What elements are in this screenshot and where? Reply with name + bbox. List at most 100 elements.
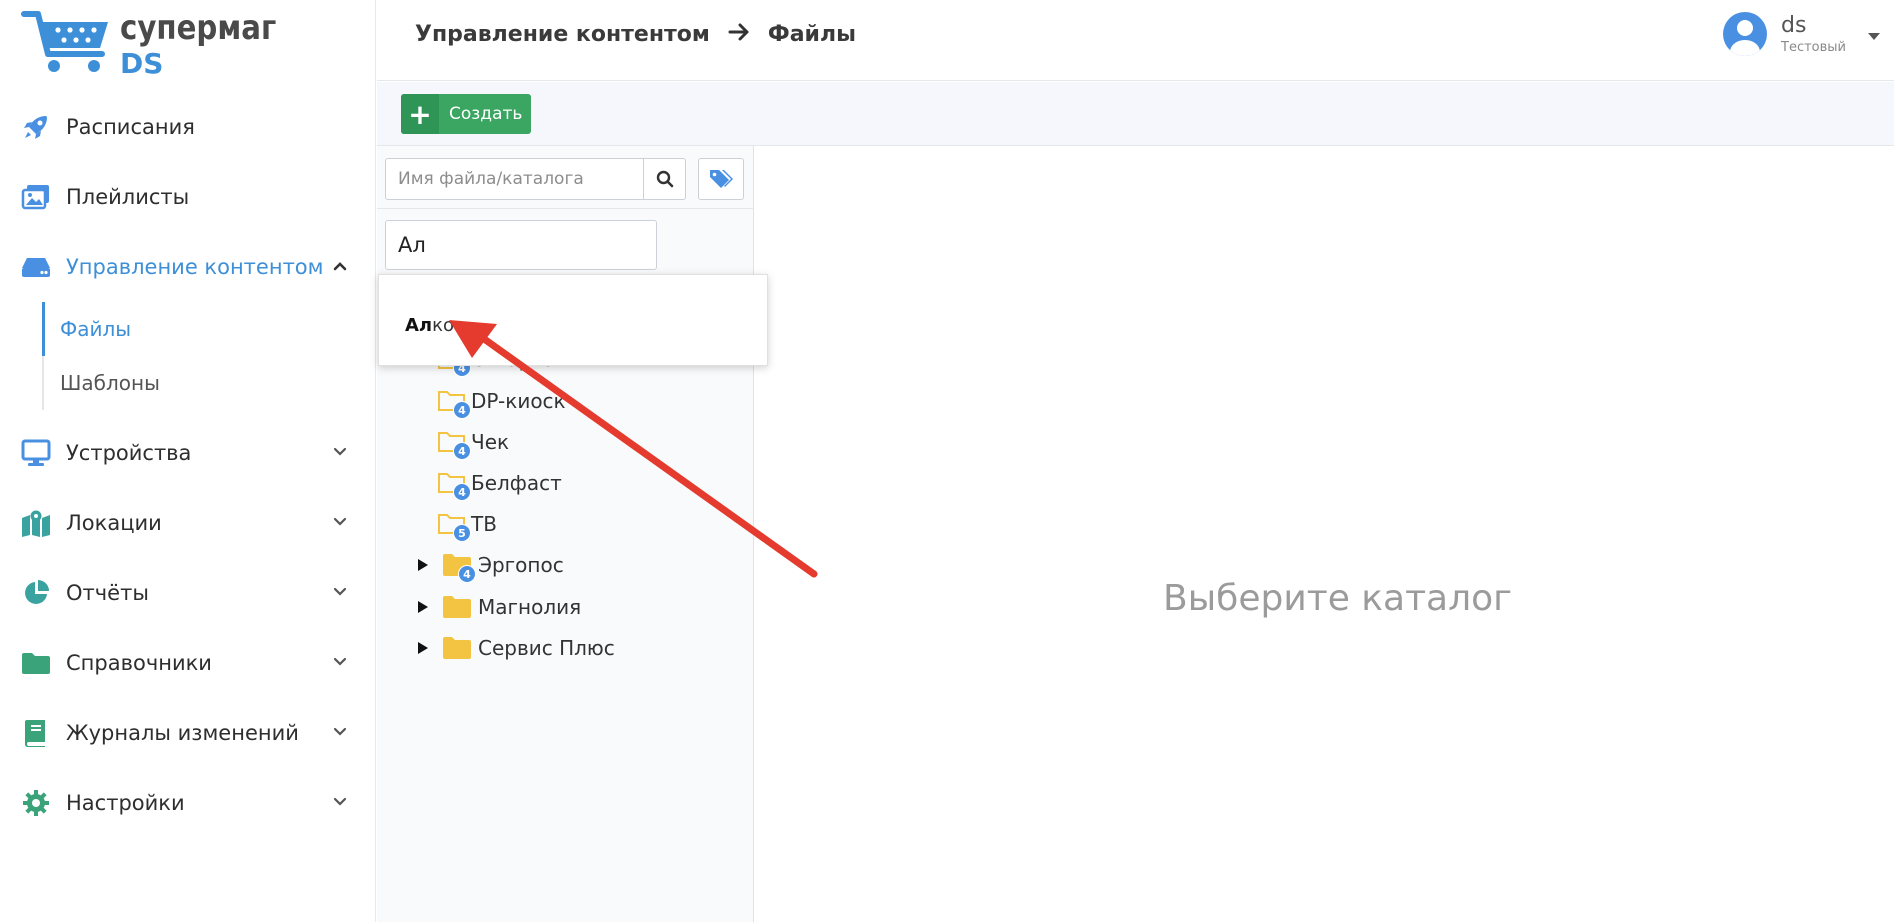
- count-badge: 4: [453, 483, 471, 501]
- create-button[interactable]: + Создать: [401, 94, 531, 134]
- expand-triangle-icon[interactable]: [418, 642, 428, 654]
- cart-logo-icon: [21, 11, 108, 72]
- count-badge: 5: [453, 524, 471, 542]
- chevron-up-icon[interactable]: [332, 258, 348, 274]
- search-button[interactable]: [644, 158, 686, 200]
- logo-text: супермаг DS: [120, 8, 302, 80]
- sidebar-item-label: Настройки: [66, 791, 185, 815]
- tree-node-label: Чек: [471, 430, 510, 454]
- tree-node-label: Белфаст: [471, 471, 562, 495]
- autocomplete-match: Ал: [405, 315, 433, 336]
- sidebar-item-locations[interactable]: Локации: [0, 488, 376, 558]
- logo[interactable]: супермаг DS: [20, 8, 276, 80]
- breadcrumb-current: Файлы: [767, 22, 856, 47]
- breadcrumb-parent[interactable]: Управление контентом: [415, 22, 710, 47]
- tree-node[interactable]: 4 Эргопос: [418, 550, 564, 583]
- create-button-label: Создать: [449, 104, 523, 124]
- sidebar: супермаг DS Расписания Плейлисты Управле…: [0, 0, 376, 922]
- divider: [377, 208, 754, 209]
- tags-button[interactable]: [698, 158, 744, 200]
- chevron-down-icon[interactable]: [332, 584, 348, 600]
- chevron-down-icon[interactable]: [332, 794, 348, 810]
- autocomplete-rest: ко: [432, 315, 455, 336]
- breadcrumb: Управление контентом Файлы: [415, 22, 856, 47]
- sidebar-item-playlists[interactable]: Плейлисты: [0, 162, 376, 232]
- folder-icon: 4: [442, 553, 476, 583]
- tree-node-label: Магнолия: [478, 595, 582, 619]
- folder-icon: [442, 636, 472, 660]
- tree-node[interactable]: Сервис Плюс: [418, 633, 615, 663]
- sidebar-item-label: Управление контентом: [66, 255, 324, 279]
- chevron-down-icon[interactable]: [332, 724, 348, 740]
- sidebar-item-change-logs[interactable]: Журналы изменений: [0, 698, 376, 768]
- search-row: [385, 158, 744, 200]
- sidebar-item-label: Справочники: [66, 651, 212, 675]
- sidebar-item-label: Плейлисты: [66, 185, 190, 209]
- toolbar: + Создать: [377, 82, 1894, 146]
- submenu-item-templates[interactable]: Шаблоны: [44, 356, 376, 410]
- caret-down-icon[interactable]: [1868, 32, 1880, 40]
- tree-node-label: Эргопос: [478, 553, 564, 577]
- gear-icon: [20, 787, 52, 819]
- hdd-icon: [20, 251, 52, 283]
- tree-node[interactable]: 4 Чек: [437, 427, 510, 460]
- tree-node[interactable]: 5 ТВ: [437, 509, 497, 542]
- tree-node-label: Сервис Плюс: [478, 636, 615, 660]
- chevron-down-icon[interactable]: [332, 654, 348, 670]
- count-badge: 4: [458, 565, 476, 583]
- plus-icon: +: [401, 94, 439, 134]
- chevron-down-icon[interactable]: [332, 514, 348, 530]
- folder-outline-icon: 4: [437, 471, 471, 501]
- user-info: ds Тестовый: [1781, 12, 1846, 55]
- avatar[interactable]: [1723, 12, 1767, 56]
- submenu-item-files[interactable]: Файлы: [42, 302, 376, 356]
- sidebar-item-label: Расписания: [66, 115, 195, 139]
- pie-chart-icon: [20, 577, 52, 609]
- expand-triangle-icon[interactable]: [418, 559, 428, 571]
- folder-icon: [442, 595, 472, 619]
- autocomplete-dropdown: Алко: [378, 274, 768, 366]
- sidebar-item-content-management[interactable]: Управление контентом: [0, 232, 376, 302]
- tree-node[interactable]: 4 DP-киоск: [437, 386, 566, 419]
- book-icon: [20, 717, 52, 749]
- user-menu[interactable]: ds Тестовый: [1723, 12, 1880, 56]
- sidebar-item-label: Отчёты: [66, 581, 149, 605]
- folder-icon: [20, 647, 52, 679]
- empty-state-message: Выберите каталог: [1163, 578, 1513, 619]
- images-icon: [20, 181, 52, 213]
- sidebar-item-devices[interactable]: Устройства: [0, 418, 376, 488]
- sidebar-item-label: Журналы изменений: [66, 721, 299, 745]
- top-header: Управление контентом Файлы ds Тестовый: [377, 0, 1894, 81]
- autocomplete-option[interactable]: Алко: [405, 315, 454, 336]
- tree-node-label: DP-киоск: [471, 389, 566, 413]
- sidebar-item-schedules[interactable]: Расписания: [0, 92, 376, 162]
- rocket-icon: [20, 111, 52, 143]
- sidebar-item-directories[interactable]: Справочники: [0, 628, 376, 698]
- count-badge: 4: [453, 401, 471, 419]
- search-input[interactable]: [385, 158, 644, 200]
- user-name: ds: [1781, 12, 1807, 38]
- expand-triangle-icon[interactable]: [418, 601, 428, 613]
- content-submenu: Файлы Шаблоны: [42, 302, 376, 410]
- folder-outline-icon: 5: [437, 512, 471, 542]
- sidebar-item-reports[interactable]: Отчёты: [0, 558, 376, 628]
- user-role: Тестовый: [1781, 39, 1846, 55]
- tree-node-label: ТВ: [471, 512, 497, 536]
- sidebar-item-label: Устройства: [66, 441, 192, 465]
- chevron-down-icon[interactable]: [332, 444, 348, 460]
- arrow-right-icon: [728, 22, 750, 47]
- tree-node[interactable]: 4 Белфаст: [437, 468, 562, 501]
- sidebar-nav: Расписания Плейлисты Управление контенто…: [0, 92, 376, 838]
- file-tree-panel: Ал 4 С-Картаг 4 DP-киоск 4 Чек: [377, 146, 754, 922]
- monitor-icon: [20, 437, 52, 469]
- sidebar-item-settings[interactable]: Настройки: [0, 768, 376, 838]
- brand-name: супермаг: [120, 8, 277, 48]
- folder-outline-icon: 4: [437, 389, 471, 419]
- brand-suffix: DS: [120, 47, 164, 80]
- folder-outline-icon: 4: [437, 430, 471, 460]
- folder-filter-input[interactable]: Ал: [385, 220, 657, 270]
- map-icon: [20, 507, 52, 539]
- tags-icon: [710, 170, 733, 188]
- tree-node[interactable]: Магнолия: [418, 592, 581, 622]
- count-badge: 4: [453, 442, 471, 460]
